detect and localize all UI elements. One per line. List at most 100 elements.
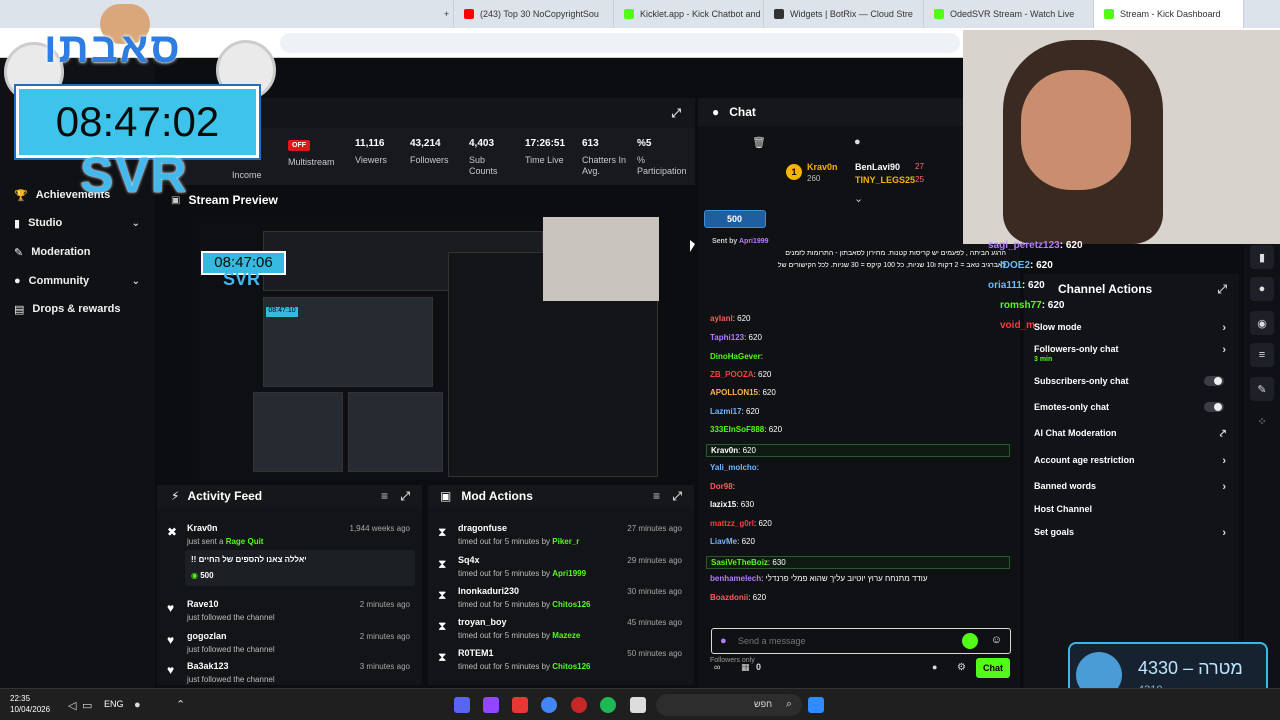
action-banned-words[interactable]: Banned words › xyxy=(1034,481,1234,493)
chevron-up-icon[interactable]: ⌃ xyxy=(176,698,185,711)
emoji-icon[interactable]: ☺ xyxy=(991,634,1002,646)
activity-user[interactable]: Ba3ak123 xyxy=(187,661,229,671)
mod-target[interactable]: Inonkaduri230 xyxy=(458,586,519,596)
mod-target[interactable]: dragonfuse xyxy=(458,523,507,533)
chat-username[interactable]: LiavMe xyxy=(710,537,737,546)
mod-target[interactable]: troyan_boy xyxy=(458,617,507,627)
chevron-down-icon[interactable]: ⌄ xyxy=(854,192,863,205)
tab-botrix[interactable]: Widgets | BotRix — Cloud Stre xyxy=(764,0,924,28)
sidebar-item-label: Moderation xyxy=(31,246,91,258)
new-tab-button[interactable]: + xyxy=(440,0,454,28)
chat-username[interactable]: Dor98 xyxy=(710,482,733,491)
chat-username[interactable]: Boazdonii xyxy=(710,593,748,602)
chat-username[interactable]: ZB_POOZA xyxy=(710,370,754,379)
chrome-icon[interactable] xyxy=(541,697,557,713)
mod-target[interactable]: R0TEM1 xyxy=(458,648,494,658)
filter-icon[interactable]: ≡ xyxy=(381,489,388,503)
chat-username[interactable]: benhamelech xyxy=(710,574,761,583)
expand-icon[interactable]: ⤢ xyxy=(671,106,681,121)
volume-icon[interactable]: ◁ xyxy=(68,699,76,712)
action-ai-moderation[interactable]: AI Chat Moderation ⤤ xyxy=(1034,428,1234,440)
rail-chat-button[interactable]: ● xyxy=(1250,277,1274,301)
chat-text: : 620 xyxy=(737,537,755,546)
discord-icon[interactable] xyxy=(454,697,470,713)
leader-name[interactable]: TINY_LEGS25 xyxy=(855,175,915,185)
expand-icon[interactable]: ⤢ xyxy=(672,489,682,504)
activity-user[interactable]: gogozlan xyxy=(187,631,227,641)
chat-username[interactable]: Taphi123 xyxy=(710,333,744,342)
rail-community-button[interactable]: ⁘ xyxy=(1250,409,1274,433)
action-set-goals[interactable]: Set goals › xyxy=(1034,527,1234,539)
obs-icon[interactable] xyxy=(571,697,587,713)
chat-icon[interactable]: ● xyxy=(854,136,861,148)
sent-by-label: Sent by xyxy=(712,238,738,245)
chat-input[interactable] xyxy=(738,632,958,650)
chat-username[interactable]: DinoHaGever xyxy=(710,352,761,361)
mod-desc: timed out for 5 minutes by Piker_r xyxy=(458,537,579,546)
chat-text: : xyxy=(756,463,759,472)
stat-participation: %5 % Participation xyxy=(637,138,695,177)
chat-username[interactable]: SasiVeTheBoiz xyxy=(711,558,768,567)
twitch-icon[interactable] xyxy=(483,697,499,713)
overlay-chat-message: void_m xyxy=(1000,320,1035,331)
sidebar-item-moderation[interactable]: ✎ Moderation xyxy=(14,242,144,262)
tab-watch[interactable]: OdedSVR Stream - Watch Live xyxy=(924,0,1094,28)
chat-username[interactable]: 333EInSoF888 xyxy=(710,425,764,434)
network-icon[interactable]: ▭ xyxy=(82,699,92,712)
tab-dashboard[interactable]: Stream - Kick Dashboard xyxy=(1094,0,1244,28)
stream-preview[interactable]: 08:47:06 SVR 08:47:10 xyxy=(193,217,659,480)
multistream-stat[interactable]: OFF Multistream xyxy=(288,138,335,168)
gift-icon[interactable]: ▦ xyxy=(741,662,750,672)
rail-button-1[interactable]: ▮ xyxy=(1250,245,1274,269)
mic-icon[interactable]: ● xyxy=(720,635,727,647)
sidebar-item-community[interactable]: ● Community ⌄ xyxy=(14,271,144,291)
subscribers-only-toggle[interactable] xyxy=(1204,376,1224,386)
sidebar-item-drops[interactable]: ▤ Drops & rewards xyxy=(14,299,144,319)
action-account-age[interactable]: Account age restriction › xyxy=(1034,455,1234,467)
app-icon[interactable] xyxy=(512,697,528,713)
search-box[interactable]: חפש ⌕ xyxy=(656,694,802,716)
chat-settings-icon[interactable]: ● xyxy=(932,662,937,672)
mod-target[interactable]: Sq4x xyxy=(458,555,480,565)
clock-tray[interactable]: 22:35 10/04/2026 xyxy=(10,693,50,715)
emotes-only-toggle[interactable] xyxy=(1204,402,1224,412)
chat-send-button[interactable]: Chat xyxy=(976,658,1010,678)
mic-tray-icon[interactable]: ● xyxy=(134,699,141,711)
chat-username[interactable]: APOLLON15 xyxy=(710,388,758,397)
files-icon[interactable] xyxy=(630,697,646,713)
pinned-kicks-badge[interactable]: 500 xyxy=(704,210,766,228)
rail-wrench-button[interactable]: ✎ xyxy=(1250,377,1274,401)
gear-icon[interactable]: ⚙ xyxy=(957,662,966,673)
rail-broadcast-button[interactable]: ◉ xyxy=(1250,311,1274,335)
tab-youtube[interactable]: (243) Top 30 NoCopyrightSou xyxy=(454,0,614,28)
windows-start-icon[interactable] xyxy=(808,697,824,713)
overlay-chat-username: void_m xyxy=(1000,320,1036,331)
chat-username[interactable]: aylanl xyxy=(710,314,733,323)
action-followers-only[interactable]: Followers-only chat 3 min › xyxy=(1034,344,1234,363)
action-slow-mode[interactable]: Slow mode › xyxy=(1034,322,1234,334)
rail-list-button[interactable]: ≡ xyxy=(1250,343,1274,367)
language-indicator[interactable]: ENG xyxy=(104,699,124,709)
chat-username[interactable]: mattzz_g0rl xyxy=(710,519,754,528)
tab-kicklet[interactable]: Kicklet.app - Kick Chatbot and xyxy=(614,0,764,28)
sidebar-item-studio[interactable]: ▮ Studio ⌄ xyxy=(14,213,144,233)
chat-username[interactable]: Krav0n xyxy=(711,446,738,455)
expand-icon[interactable]: ⤢ xyxy=(400,489,410,504)
chat-username[interactable]: Yali_molcho xyxy=(710,463,757,472)
infinity-icon[interactable]: ∞ xyxy=(714,662,720,672)
action-host-channel[interactable]: Host Channel xyxy=(1034,504,1234,514)
kicks-send-icon[interactable] xyxy=(962,633,978,649)
chat-username[interactable]: Lazmi17 xyxy=(710,407,742,416)
activity-user[interactable]: Rave10 xyxy=(187,599,219,609)
search-icon: ⌕ xyxy=(785,698,792,710)
activity-user[interactable]: Krav0n xyxy=(187,523,218,533)
leader-name[interactable]: BenLavi90 xyxy=(855,162,900,172)
filter-icon[interactable]: ≡ xyxy=(653,489,660,503)
chat-text: : 620 xyxy=(732,314,751,323)
trash-icon[interactable]: 🗑 xyxy=(752,136,766,149)
leader-name[interactable]: Krav0n xyxy=(807,162,838,172)
expand-icon[interactable]: ⤢ xyxy=(1217,282,1227,297)
spotify-icon[interactable] xyxy=(600,697,616,713)
chat-username[interactable]: lazix15 xyxy=(710,500,736,509)
url-field[interactable] xyxy=(280,33,960,53)
